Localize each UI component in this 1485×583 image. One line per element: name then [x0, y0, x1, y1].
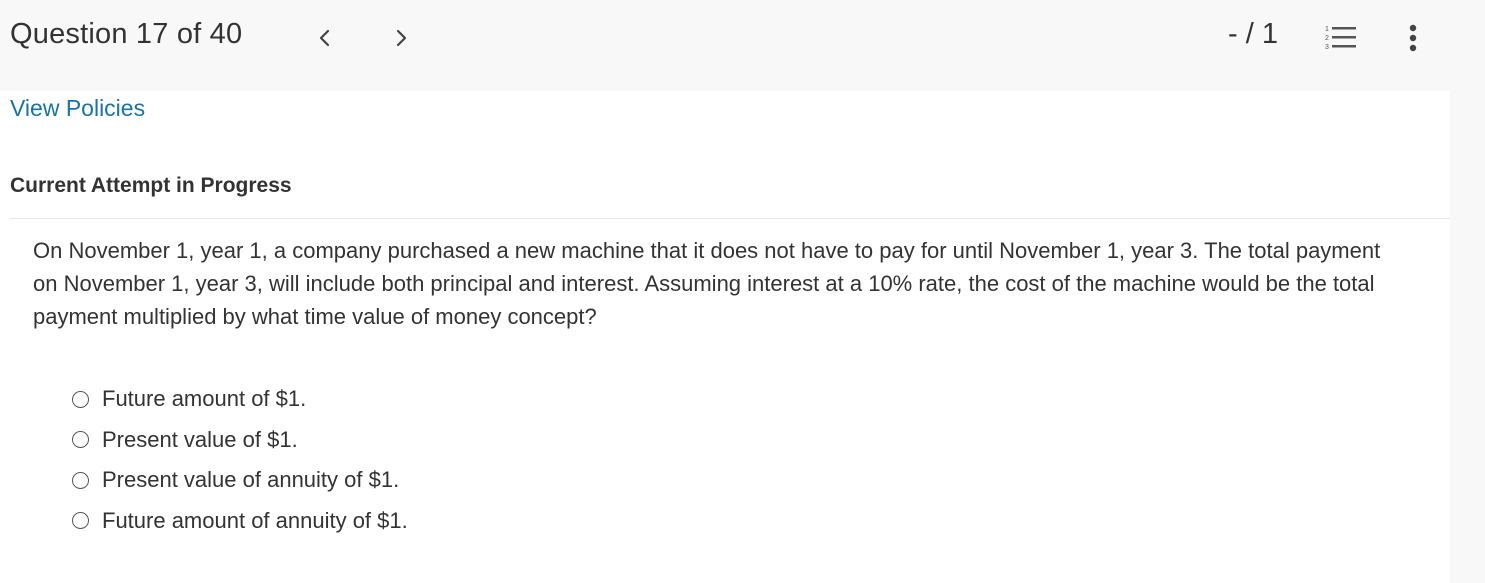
divider [10, 218, 1450, 219]
answer-option[interactable]: Future amount of annuity of $1. [72, 501, 408, 542]
question-counter: Question 17 of 40 [10, 18, 243, 50]
view-policies-link[interactable]: View Policies [10, 95, 145, 122]
svg-text:1: 1 [1325, 26, 1329, 33]
question-list-button[interactable]: 1 2 3 [1322, 20, 1360, 56]
answer-option[interactable]: Present value of $1. [72, 420, 408, 461]
svg-text:2: 2 [1325, 35, 1329, 42]
radio-button[interactable] [72, 390, 89, 408]
answer-option[interactable]: Present value of annuity of $1. [72, 460, 408, 501]
more-options-button[interactable] [1398, 20, 1428, 56]
answer-options: Future amount of $1. Present value of $1… [72, 379, 408, 541]
chevron-left-icon [319, 29, 330, 47]
question-content: View Policies Current Attempt in Progres… [0, 91, 1450, 583]
answer-label: Present value of annuity of $1. [102, 467, 400, 493]
radio-button[interactable] [72, 431, 89, 449]
numbered-list-icon: 1 2 3 [1325, 26, 1356, 51]
vertical-ellipsis-icon [1409, 24, 1417, 52]
next-question-button[interactable] [387, 20, 417, 56]
answer-label: Future amount of $1. [102, 386, 307, 412]
answer-label: Present value of $1. [102, 426, 298, 452]
radio-button[interactable] [72, 512, 89, 530]
svg-text:3: 3 [1325, 44, 1329, 51]
answer-label: Future amount of annuity of $1. [102, 507, 408, 533]
radio-button[interactable] [72, 471, 89, 489]
question-header: Question 17 of 40 - / 1 1 2 3 [0, 0, 1485, 78]
chevron-right-icon [396, 29, 407, 47]
previous-question-button[interactable] [309, 20, 339, 56]
attempt-heading: Current Attempt in Progress [10, 174, 292, 197]
answer-option[interactable]: Future amount of $1. [72, 379, 408, 420]
question-text: On November 1, year 1, a company purchas… [33, 238, 1381, 329]
question-score: - / 1 [1228, 18, 1278, 50]
